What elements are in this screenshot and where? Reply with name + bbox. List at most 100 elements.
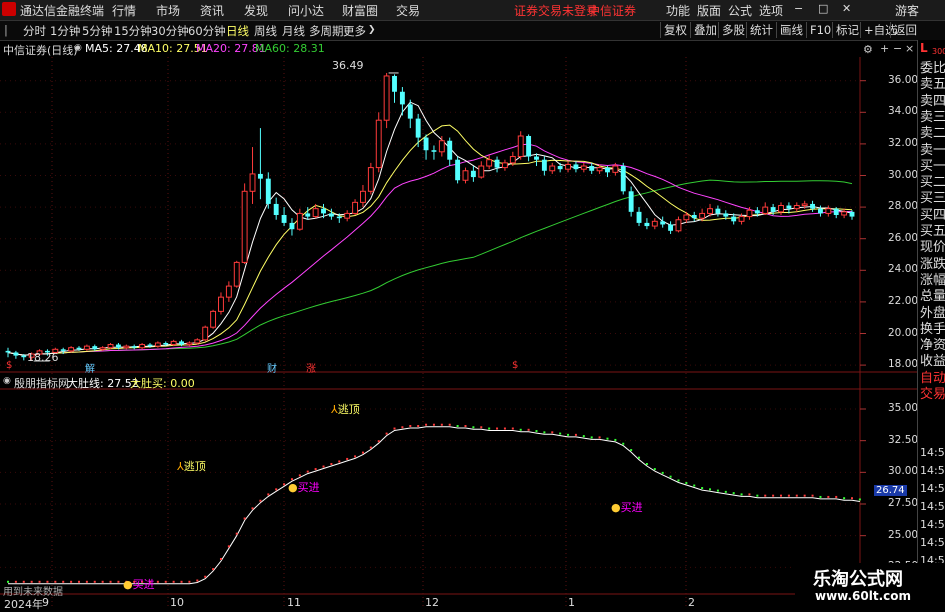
- candle-body: [139, 344, 146, 349]
- sidebar-label[interactable]: 买五: [920, 225, 945, 238]
- x-label-sep: 9: [42, 596, 49, 609]
- indicator-dot: [369, 446, 372, 449]
- sidebar-label[interactable]: 委比: [920, 62, 945, 75]
- indicator-dot: [567, 433, 570, 436]
- event-marker-dividend-2[interactable]: $: [512, 360, 518, 371]
- sidebar-time: 14:56: [920, 446, 945, 459]
- candle-body: [580, 165, 587, 170]
- indicator-dot: [354, 455, 357, 458]
- indicator-dot: [835, 495, 838, 498]
- indicator-dot: [819, 495, 822, 498]
- candle-body: [778, 205, 784, 213]
- ma60-line: [7, 179, 853, 356]
- sidebar-label[interactable]: 卖二: [920, 127, 945, 140]
- indicator-dot: [503, 427, 506, 430]
- candle-body: [360, 190, 366, 203]
- settings-icon[interactable]: ⚙: [863, 43, 873, 56]
- kline-chart[interactable]: [0, 0, 945, 609]
- sidebar-label[interactable]: 卖一: [920, 144, 945, 157]
- candle-body: [163, 342, 169, 345]
- indicator-dot: [795, 494, 798, 497]
- zoom-in-icon[interactable]: +: [880, 42, 889, 55]
- indicator-dot: [101, 580, 104, 583]
- sidebar-time: 14:56: [920, 482, 945, 495]
- candle-body: [833, 208, 839, 215]
- event-marker-finance[interactable]: 财: [267, 360, 277, 375]
- event-marker-unlock[interactable]: 解: [85, 360, 95, 375]
- candle-body: [825, 208, 832, 214]
- indicator-dot: [496, 427, 499, 430]
- y-tick-label: 18.00: [888, 358, 919, 371]
- watermark-url: www.60lt.com: [815, 589, 912, 603]
- indicator-dot: [322, 465, 325, 468]
- candle-body: [596, 167, 603, 172]
- sidebar-label[interactable]: 外盘: [920, 307, 945, 320]
- indicator-dot: [582, 435, 585, 438]
- indicator-dot: [614, 438, 617, 441]
- indicator-dot: [803, 494, 806, 497]
- indicator-line2: 大肚买: 0.00: [130, 377, 195, 390]
- sidebar-label[interactable]: 卖三: [920, 111, 945, 124]
- candle-body: [620, 166, 626, 192]
- indicator-dot: [772, 494, 775, 497]
- sidebar-label[interactable]: 卖五: [920, 78, 945, 91]
- indicator-dot: [440, 423, 443, 426]
- sidebar-label[interactable]: 涨幅: [920, 274, 945, 287]
- candle-body: [715, 208, 721, 214]
- indicator-y-tick-label: 27.50: [888, 497, 919, 509]
- candle-body: [770, 207, 776, 212]
- indicator-dot: [811, 494, 814, 497]
- y-tick-label: 22.00: [888, 294, 919, 307]
- sidebar-label[interactable]: 净资: [920, 339, 945, 352]
- candle-body: [352, 201, 359, 214]
- event-marker-dividend[interactable]: $: [6, 360, 12, 371]
- collapse-icon[interactable]: ◉: [74, 43, 82, 53]
- candle-body: [478, 165, 485, 178]
- sidebar-label[interactable]: 卖四: [920, 95, 945, 108]
- sidebar-label[interactable]: 自动: [920, 372, 945, 385]
- x-label-dec: 12: [425, 596, 439, 609]
- event-marker-limit-up[interactable]: 涨: [306, 360, 316, 375]
- indicator-dot: [196, 579, 199, 582]
- sidebar-label[interactable]: 涨跌: [920, 258, 945, 271]
- candle-body: [691, 215, 697, 219]
- candle-body: [241, 190, 248, 263]
- sidebar-header: L: [920, 41, 928, 55]
- candle-body: [754, 210, 760, 214]
- sidebar-label[interactable]: 买一: [920, 160, 945, 173]
- indicator-dot: [243, 517, 246, 520]
- sidebar-label[interactable]: 换手: [920, 323, 945, 336]
- candle-body: [517, 135, 524, 158]
- indicator-dot: [259, 499, 262, 502]
- candle-body: [486, 159, 493, 167]
- sidebar-label[interactable]: 现价: [920, 241, 945, 254]
- candle-body: [636, 211, 642, 223]
- sidebar-label[interactable]: 买四: [920, 209, 945, 222]
- x-label-oct: 10: [170, 596, 184, 609]
- sidebar-label[interactable]: 买三: [920, 192, 945, 205]
- candle-body: [210, 310, 217, 328]
- candle-body: [501, 162, 508, 169]
- x-label-feb: 2: [688, 596, 695, 609]
- sidebar-label[interactable]: 总量: [920, 290, 945, 303]
- y-tick-label: 20.00: [888, 326, 919, 339]
- indicator-dot: [227, 545, 230, 548]
- indicator-dot: [267, 493, 270, 496]
- candle-body: [186, 342, 193, 346]
- indicator-dot: [346, 457, 349, 460]
- sidebar-label[interactable]: 买二: [920, 176, 945, 189]
- indicator-dot: [638, 456, 641, 459]
- indicator-dot: [385, 432, 388, 435]
- zoom-out-icon[interactable]: −: [893, 42, 902, 55]
- panel-close-icon[interactable]: ×: [905, 42, 914, 55]
- sidebar-label[interactable]: 交易: [920, 388, 945, 401]
- candle-body: [312, 208, 319, 218]
- indicator-dot: [701, 487, 704, 490]
- candle-body: [660, 221, 666, 225]
- indicator-dot: [70, 580, 73, 583]
- indicator-dot: [425, 423, 428, 426]
- sidebar-label[interactable]: 收益: [920, 355, 945, 368]
- indicator-collapse-icon[interactable]: ◉: [3, 376, 11, 386]
- indicator-dot: [472, 426, 475, 429]
- indicator-dot: [661, 471, 664, 474]
